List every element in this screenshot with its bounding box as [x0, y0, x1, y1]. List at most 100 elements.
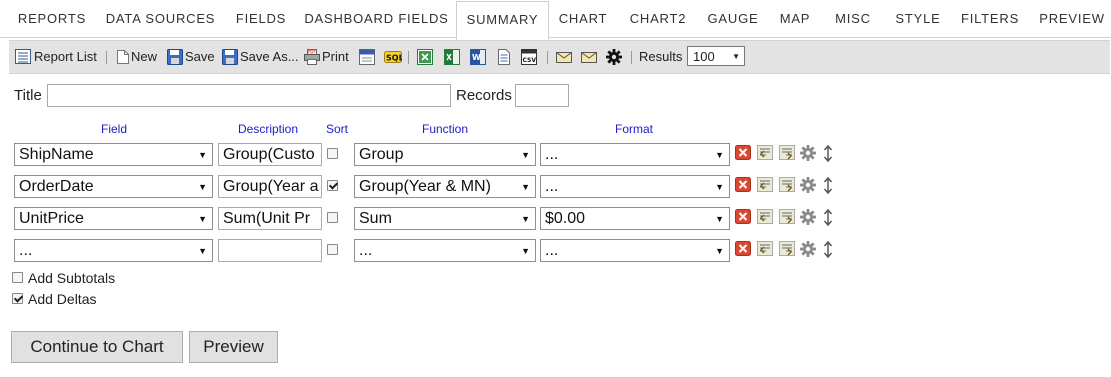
save-button[interactable]: Save — [167, 41, 215, 73]
description-input[interactable]: Group(Custo — [218, 143, 322, 166]
delete-icon[interactable] — [735, 177, 751, 196]
tab-misc[interactable]: MISC — [828, 0, 878, 37]
function-select[interactable]: Group ▼ — [354, 143, 536, 166]
tab-style[interactable]: STYLE — [888, 0, 948, 37]
function-select[interactable]: Group(Year & MN) ▼ — [354, 175, 536, 198]
gear-icon[interactable] — [800, 177, 816, 197]
toolbar-divider — [631, 51, 632, 64]
document-button[interactable] — [497, 41, 515, 73]
field-select[interactable]: UnitPrice ▼ — [14, 207, 213, 230]
format-select[interactable]: $0.00 ▼ — [540, 207, 730, 230]
function-select-value: Sum — [359, 210, 392, 227]
html-export-button[interactable] — [359, 41, 377, 73]
field-select[interactable]: OrderDate ▼ — [14, 175, 213, 198]
tab-chart2[interactable]: CHART2 — [622, 0, 694, 37]
sort-checkbox[interactable] — [327, 148, 338, 159]
results-label: Results — [639, 49, 683, 64]
email-button[interactable] — [556, 41, 574, 73]
excel-export-button[interactable] — [417, 41, 435, 73]
toolbar: Report List New Save Save As... PDF Prin… — [9, 40, 1110, 74]
tab-map[interactable]: MAP — [773, 0, 817, 37]
tab-dashboard-fields[interactable]: DASHBOARD FIELDS — [300, 0, 453, 37]
tab-data-sources[interactable]: DATA SOURCES — [100, 0, 221, 37]
svg-text:PDF: PDF — [308, 50, 316, 55]
move-down-icon[interactable] — [779, 209, 795, 228]
move-down-icon[interactable] — [779, 177, 795, 196]
tab-preview[interactable]: PREVIEW — [1036, 0, 1108, 37]
tab-summary[interactable]: SUMMARY — [456, 1, 549, 40]
add-deltas-checkbox[interactable] — [12, 293, 23, 304]
chevron-down-icon: ▼ — [198, 214, 207, 224]
email-icon — [581, 52, 597, 63]
excel-icon — [444, 49, 460, 65]
function-select[interactable]: Sum ▼ — [354, 207, 536, 230]
tab-fields[interactable]: FIELDS — [228, 0, 294, 37]
description-input[interactable]: Sum(Unit Pr — [218, 207, 322, 230]
format-select-value: $0.00 — [545, 210, 586, 227]
preview-button[interactable]: Preview — [189, 331, 278, 363]
move-down-icon[interactable] — [779, 145, 795, 164]
email-button-2[interactable] — [581, 41, 599, 73]
title-input[interactable] — [47, 84, 451, 107]
excel-button[interactable] — [444, 41, 462, 73]
field-select-value: ... — [19, 242, 33, 259]
sql-button[interactable]: SQL — [384, 41, 402, 73]
sort-checkbox[interactable] — [327, 212, 338, 223]
chevron-down-icon: ▼ — [732, 52, 740, 61]
word-button[interactable]: W — [470, 41, 488, 73]
new-icon — [117, 50, 129, 64]
tab-chart[interactable]: CHART — [553, 0, 613, 37]
gear-icon[interactable] — [800, 241, 816, 261]
move-up-icon[interactable] — [757, 241, 773, 260]
move-up-icon[interactable] — [757, 209, 773, 228]
gear-icon — [606, 49, 622, 65]
format-select[interactable]: ... ▼ — [540, 239, 730, 262]
chevron-down-icon: ▼ — [521, 182, 530, 192]
save-label: Save — [185, 49, 215, 64]
reorder-icon[interactable] — [823, 208, 833, 230]
function-select[interactable]: ... ▼ — [354, 239, 536, 262]
tab-filters[interactable]: FILTERS — [955, 0, 1025, 37]
chevron-down-icon: ▼ — [198, 182, 207, 192]
sort-checkbox[interactable] — [327, 180, 338, 191]
format-select[interactable]: ... ▼ — [540, 175, 730, 198]
reorder-icon[interactable] — [823, 176, 833, 198]
field-select[interactable]: ShipName ▼ — [14, 143, 213, 166]
reorder-icon[interactable] — [823, 144, 833, 166]
delete-icon[interactable] — [735, 145, 751, 164]
results-select[interactable]: 100 ▼ — [687, 46, 745, 66]
report-list-button[interactable]: Report List — [15, 41, 107, 73]
field-select[interactable]: ... ▼ — [14, 239, 213, 262]
gear-icon[interactable] — [800, 145, 816, 165]
results-value: 100 — [693, 49, 715, 64]
new-button[interactable]: New — [116, 41, 164, 73]
settings-button[interactable] — [606, 41, 624, 73]
sort-checkbox[interactable] — [327, 244, 338, 255]
description-input[interactable] — [218, 239, 322, 262]
chevron-down-icon: ▼ — [198, 150, 207, 160]
move-down-icon[interactable] — [779, 241, 795, 260]
column-header-description: Description — [238, 122, 299, 136]
reorder-icon[interactable] — [823, 240, 833, 262]
description-input-value: Group(Custo — [223, 146, 315, 163]
print-button[interactable]: PDF Print — [304, 41, 352, 73]
format-select[interactable]: ... ▼ — [540, 143, 730, 166]
column-header-function: Function — [422, 122, 469, 136]
sql-icon: SQL — [384, 51, 402, 63]
delete-icon[interactable] — [735, 241, 751, 260]
tab-gauge[interactable]: GAUGE — [702, 0, 764, 37]
column-header-field: Field — [101, 122, 128, 136]
gear-icon[interactable] — [800, 209, 816, 229]
csv-button[interactable]: CSV — [521, 41, 539, 73]
description-input[interactable]: Group(Year a — [218, 175, 322, 198]
toolbar-divider — [547, 51, 548, 64]
save-as-button[interactable]: Save As... — [222, 41, 299, 73]
records-input[interactable] — [515, 84, 569, 107]
move-up-icon[interactable] — [757, 145, 773, 164]
add-subtotals-checkbox[interactable] — [12, 272, 23, 283]
tab-reports[interactable]: REPORTS — [8, 0, 96, 37]
chevron-down-icon: ▼ — [521, 246, 530, 256]
delete-icon[interactable] — [735, 209, 751, 228]
continue-to-chart-button[interactable]: Continue to Chart — [11, 331, 183, 363]
move-up-icon[interactable] — [757, 177, 773, 196]
